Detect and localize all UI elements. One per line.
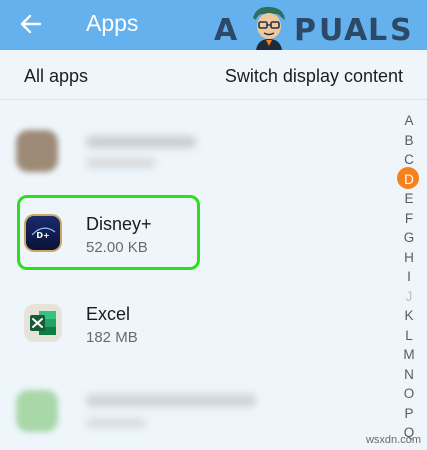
page-title: Apps <box>86 10 139 36</box>
index-letter[interactable]: K <box>398 306 420 326</box>
app-name: Excel <box>86 304 131 324</box>
index-letter[interactable]: A <box>398 111 420 131</box>
index-letter[interactable]: P <box>398 404 420 424</box>
sub-header: All apps Switch display content <box>0 50 427 100</box>
index-letter[interactable]: M <box>398 345 420 365</box>
arrow-left-icon[interactable] <box>18 11 44 37</box>
logo-letter: S <box>390 13 412 48</box>
blurred-app-size <box>86 158 156 168</box>
blurred-list-item[interactable] <box>0 112 390 190</box>
app-bar: Apps A P U A L S <box>0 0 427 50</box>
mascot-logo-icon <box>253 6 285 50</box>
index-letter[interactable]: H <box>398 248 420 268</box>
index-letter[interactable]: G <box>398 228 420 248</box>
index-letter[interactable]: I <box>398 267 420 287</box>
index-letter[interactable]: J <box>398 287 420 307</box>
app-size: 182 MB <box>86 329 138 346</box>
logo-letter: A <box>214 13 238 48</box>
index-letter[interactable]: B <box>398 131 420 151</box>
index-letter[interactable]: E <box>398 189 420 209</box>
watermark: wsxdn.com <box>365 434 421 446</box>
switch-display-content-button[interactable]: Switch display content <box>225 66 403 87</box>
index-letter-active[interactable]: D <box>398 170 420 190</box>
highlight-frame <box>17 195 200 270</box>
blurred-app-name <box>86 394 256 407</box>
blurred-app-icon <box>16 130 58 172</box>
index-letter[interactable]: N <box>398 365 420 385</box>
index-letter[interactable]: F <box>398 209 420 229</box>
logo-letter: U <box>319 13 344 48</box>
logo-letter: L <box>368 13 388 48</box>
blurred-app-size <box>86 418 146 428</box>
list-item-excel[interactable]: Excel 182 MB <box>0 285 390 363</box>
index-letter[interactable]: C <box>398 150 420 170</box>
logo-letter: P <box>294 13 316 48</box>
alphabet-index[interactable]: A B C D E F G H I J K L M N O P Q <box>398 111 420 443</box>
blurred-list-item[interactable] <box>0 372 390 450</box>
index-letter[interactable]: O <box>398 384 420 404</box>
blurred-app-icon <box>16 390 58 432</box>
all-apps-filter[interactable]: All apps <box>24 66 88 87</box>
excel-icon <box>24 304 62 342</box>
blurred-app-name <box>86 136 196 148</box>
logo-letter: A <box>344 13 368 48</box>
index-letter[interactable]: L <box>398 326 420 346</box>
